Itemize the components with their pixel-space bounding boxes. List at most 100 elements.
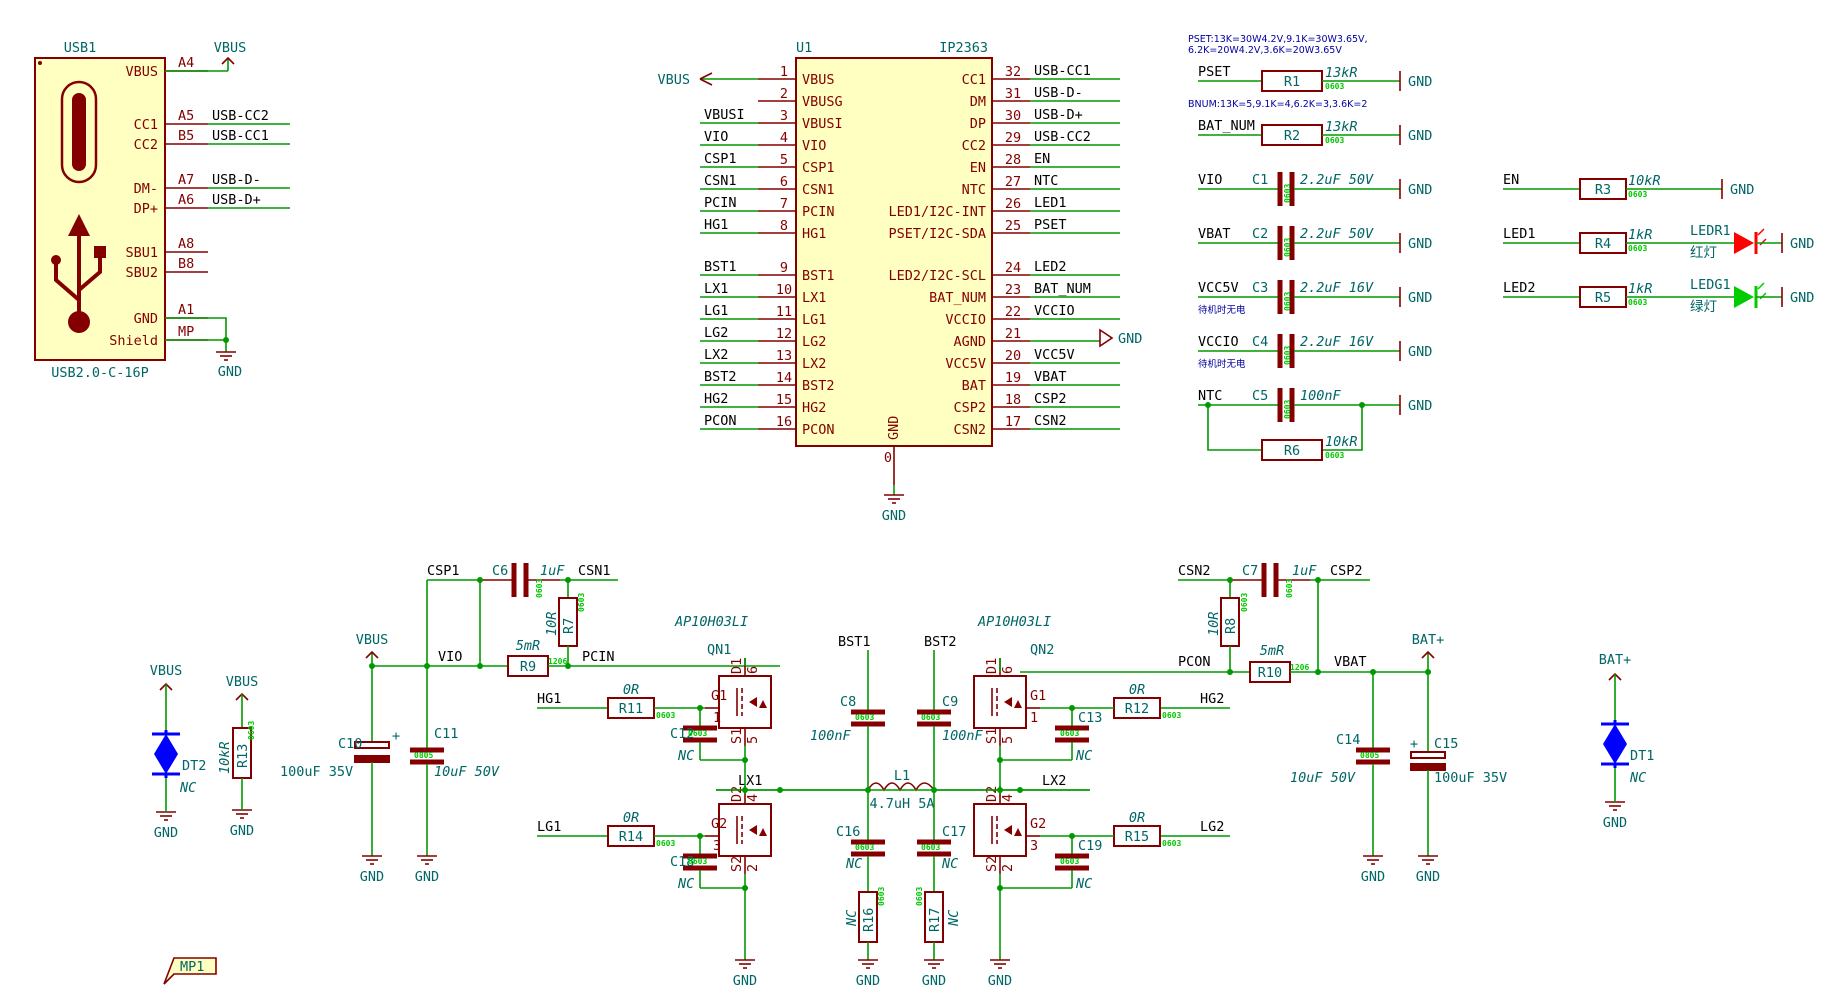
mosfet-pin-num: 2 — [1000, 864, 1016, 872]
ic-pin-num: 23 — [1005, 282, 1021, 298]
c8-ref: C8 — [840, 694, 856, 710]
c17-pkg: 0603 — [921, 843, 940, 852]
ic-pin-name: VCC5V — [945, 356, 986, 372]
c16-pkg: 0603 — [855, 843, 874, 852]
mosfet-arrow-icon — [749, 697, 757, 707]
led-gnd-label: GND — [1790, 290, 1814, 306]
mosfet-source-name: S1 — [984, 728, 1000, 744]
ic-pin-name: VBUS — [802, 72, 835, 88]
cfg-value: 2.2uF 16V — [1300, 334, 1374, 350]
ic-pin-name: LX2 — [802, 356, 826, 372]
r9-value: 5mR — [516, 638, 540, 654]
usb-pin-num: B8 — [178, 256, 194, 272]
usb-pin-num: A6 — [178, 192, 194, 208]
vbus-power: VBUS — [356, 632, 389, 648]
mosfet-pin-num: 3 — [1030, 838, 1038, 854]
usb-vbus-power: VBUS — [214, 40, 247, 56]
mosfet-ref: QN2 — [1030, 642, 1054, 658]
ic-pin-name: LX1 — [802, 290, 826, 306]
ic-pin-num: 18 — [1005, 392, 1021, 408]
ic-net-label: EN — [1034, 151, 1050, 167]
cfg-net-label: VCC5V — [1198, 280, 1239, 296]
config-network: PSET:13K=30W4.2V,9.1K=30W3.65V, 6.2K=20W… — [1188, 34, 1432, 461]
ic-pin-num: 3 — [780, 108, 788, 124]
mosfet-arrow-icon — [749, 825, 757, 835]
ic-pin-gnd-name: GND — [886, 416, 902, 440]
junction — [742, 885, 748, 891]
ic-net-label: LG2 — [704, 325, 728, 341]
led-r-ref: R3 — [1595, 182, 1611, 198]
c6-pkg: 0603 — [535, 579, 544, 598]
mosfet-arrow-icon — [1004, 697, 1012, 707]
mosfet-drain-name: D1 — [984, 658, 1000, 674]
ic-pin-name: BST2 — [802, 378, 835, 394]
gate-r-pkg: 0603 — [656, 711, 675, 720]
cfg-ref: R1 — [1284, 74, 1300, 90]
cfg-pkg: 0603 — [1283, 400, 1292, 419]
ic-pin-num: 2 — [780, 86, 788, 102]
led-ref: LEDR1 — [1690, 223, 1731, 239]
dt2-ref: DT2 — [182, 758, 206, 774]
ic-net-label: BST2 — [704, 369, 737, 385]
r7-ref: R7 — [561, 618, 577, 634]
c10-value: 100uF 35V — [280, 764, 353, 780]
cfg-gnd-label: GND — [1408, 128, 1432, 144]
r8-ref: R8 — [1223, 618, 1239, 634]
ic-pin-num: 5 — [780, 152, 788, 168]
ic-net-label: USB-D- — [1034, 85, 1083, 101]
ic-net-label: HG2 — [704, 391, 728, 407]
led-color-label: 红灯 — [1690, 245, 1717, 261]
ic-pin-num: 4 — [780, 130, 788, 146]
led-r-ref: R5 — [1595, 290, 1611, 306]
mosfet-pin-num: 4 — [1000, 794, 1016, 802]
ic-pin-name: PSET/I2C-SDA — [888, 226, 986, 242]
dt1-ref: DT1 — [1630, 748, 1654, 764]
ic-pin-num: 22 — [1005, 304, 1021, 320]
gnd-symbol-label: GND — [360, 869, 384, 885]
cfg-pkg: 0603 — [1283, 292, 1292, 311]
power-stage: CSP1 CSN1 C6 1uF 0603 R7 10R 0603 R9 5mR… — [154, 563, 1627, 989]
ic-pin-name: CSN1 — [802, 182, 835, 198]
ic-gnd-power: GND — [882, 508, 906, 524]
ic-pin-name: VCCIO — [945, 312, 986, 328]
led-r-pkg: 0603 — [1628, 244, 1647, 253]
ic-net-label: USB-D+ — [1034, 107, 1083, 123]
ic-pin-name: CC2 — [962, 138, 986, 154]
gate-net-label: LG1 — [537, 819, 561, 835]
ic-pin-num: 16 — [776, 414, 792, 430]
ic-pin-name: EN — [970, 160, 986, 176]
r17-value: NC — [946, 910, 962, 927]
ic-pin-name: CSP2 — [953, 400, 986, 416]
gate-c-pkg: 0603 — [1060, 857, 1079, 866]
r13-vbus-power: VBUS — [226, 674, 259, 690]
ic-pin-num: 30 — [1005, 108, 1021, 124]
led-r-value: 1kR — [1628, 281, 1652, 297]
ic-pin-num: 32 — [1005, 64, 1021, 80]
gate-net-label: HG2 — [1200, 691, 1224, 707]
vio-label: VIO — [438, 649, 462, 665]
cfg-pkg: 0603 — [1325, 136, 1344, 145]
ic-net-label: CSP1 — [704, 151, 737, 167]
ic-pin-name: LED2/I2C-SCL — [888, 268, 986, 284]
ic-pin-num: 14 — [776, 370, 792, 386]
mosfet-value: AP10H03LI — [977, 614, 1051, 630]
r6-value: 10kR — [1325, 434, 1358, 450]
ic-pin-num: 26 — [1005, 196, 1021, 212]
led-diode-icon — [1734, 232, 1754, 254]
batp-power: BAT+ — [1412, 632, 1445, 648]
ic-pin-num: 10 — [776, 282, 792, 298]
usb-net-label: USB-D+ — [212, 192, 261, 208]
ic-net-label: PSET — [1034, 217, 1067, 233]
dt2-tvs-diode — [152, 730, 180, 778]
ic-pin-name: DM — [970, 94, 986, 110]
ic-agnd-power: GND — [1118, 331, 1142, 347]
mosfet-pin-num: 1 — [1030, 710, 1038, 726]
c6-value: 1uF — [540, 563, 565, 579]
cfg-net-label: NTC — [1198, 388, 1222, 404]
r7-pkg: 0603 — [577, 593, 586, 612]
bst1-label: BST1 — [838, 634, 871, 650]
cfg-value: 100nF — [1300, 388, 1342, 404]
cfg-pkg: 0603 — [1283, 346, 1292, 365]
c15-ref: C15 — [1434, 736, 1458, 752]
r6-ref: R6 — [1284, 443, 1300, 459]
